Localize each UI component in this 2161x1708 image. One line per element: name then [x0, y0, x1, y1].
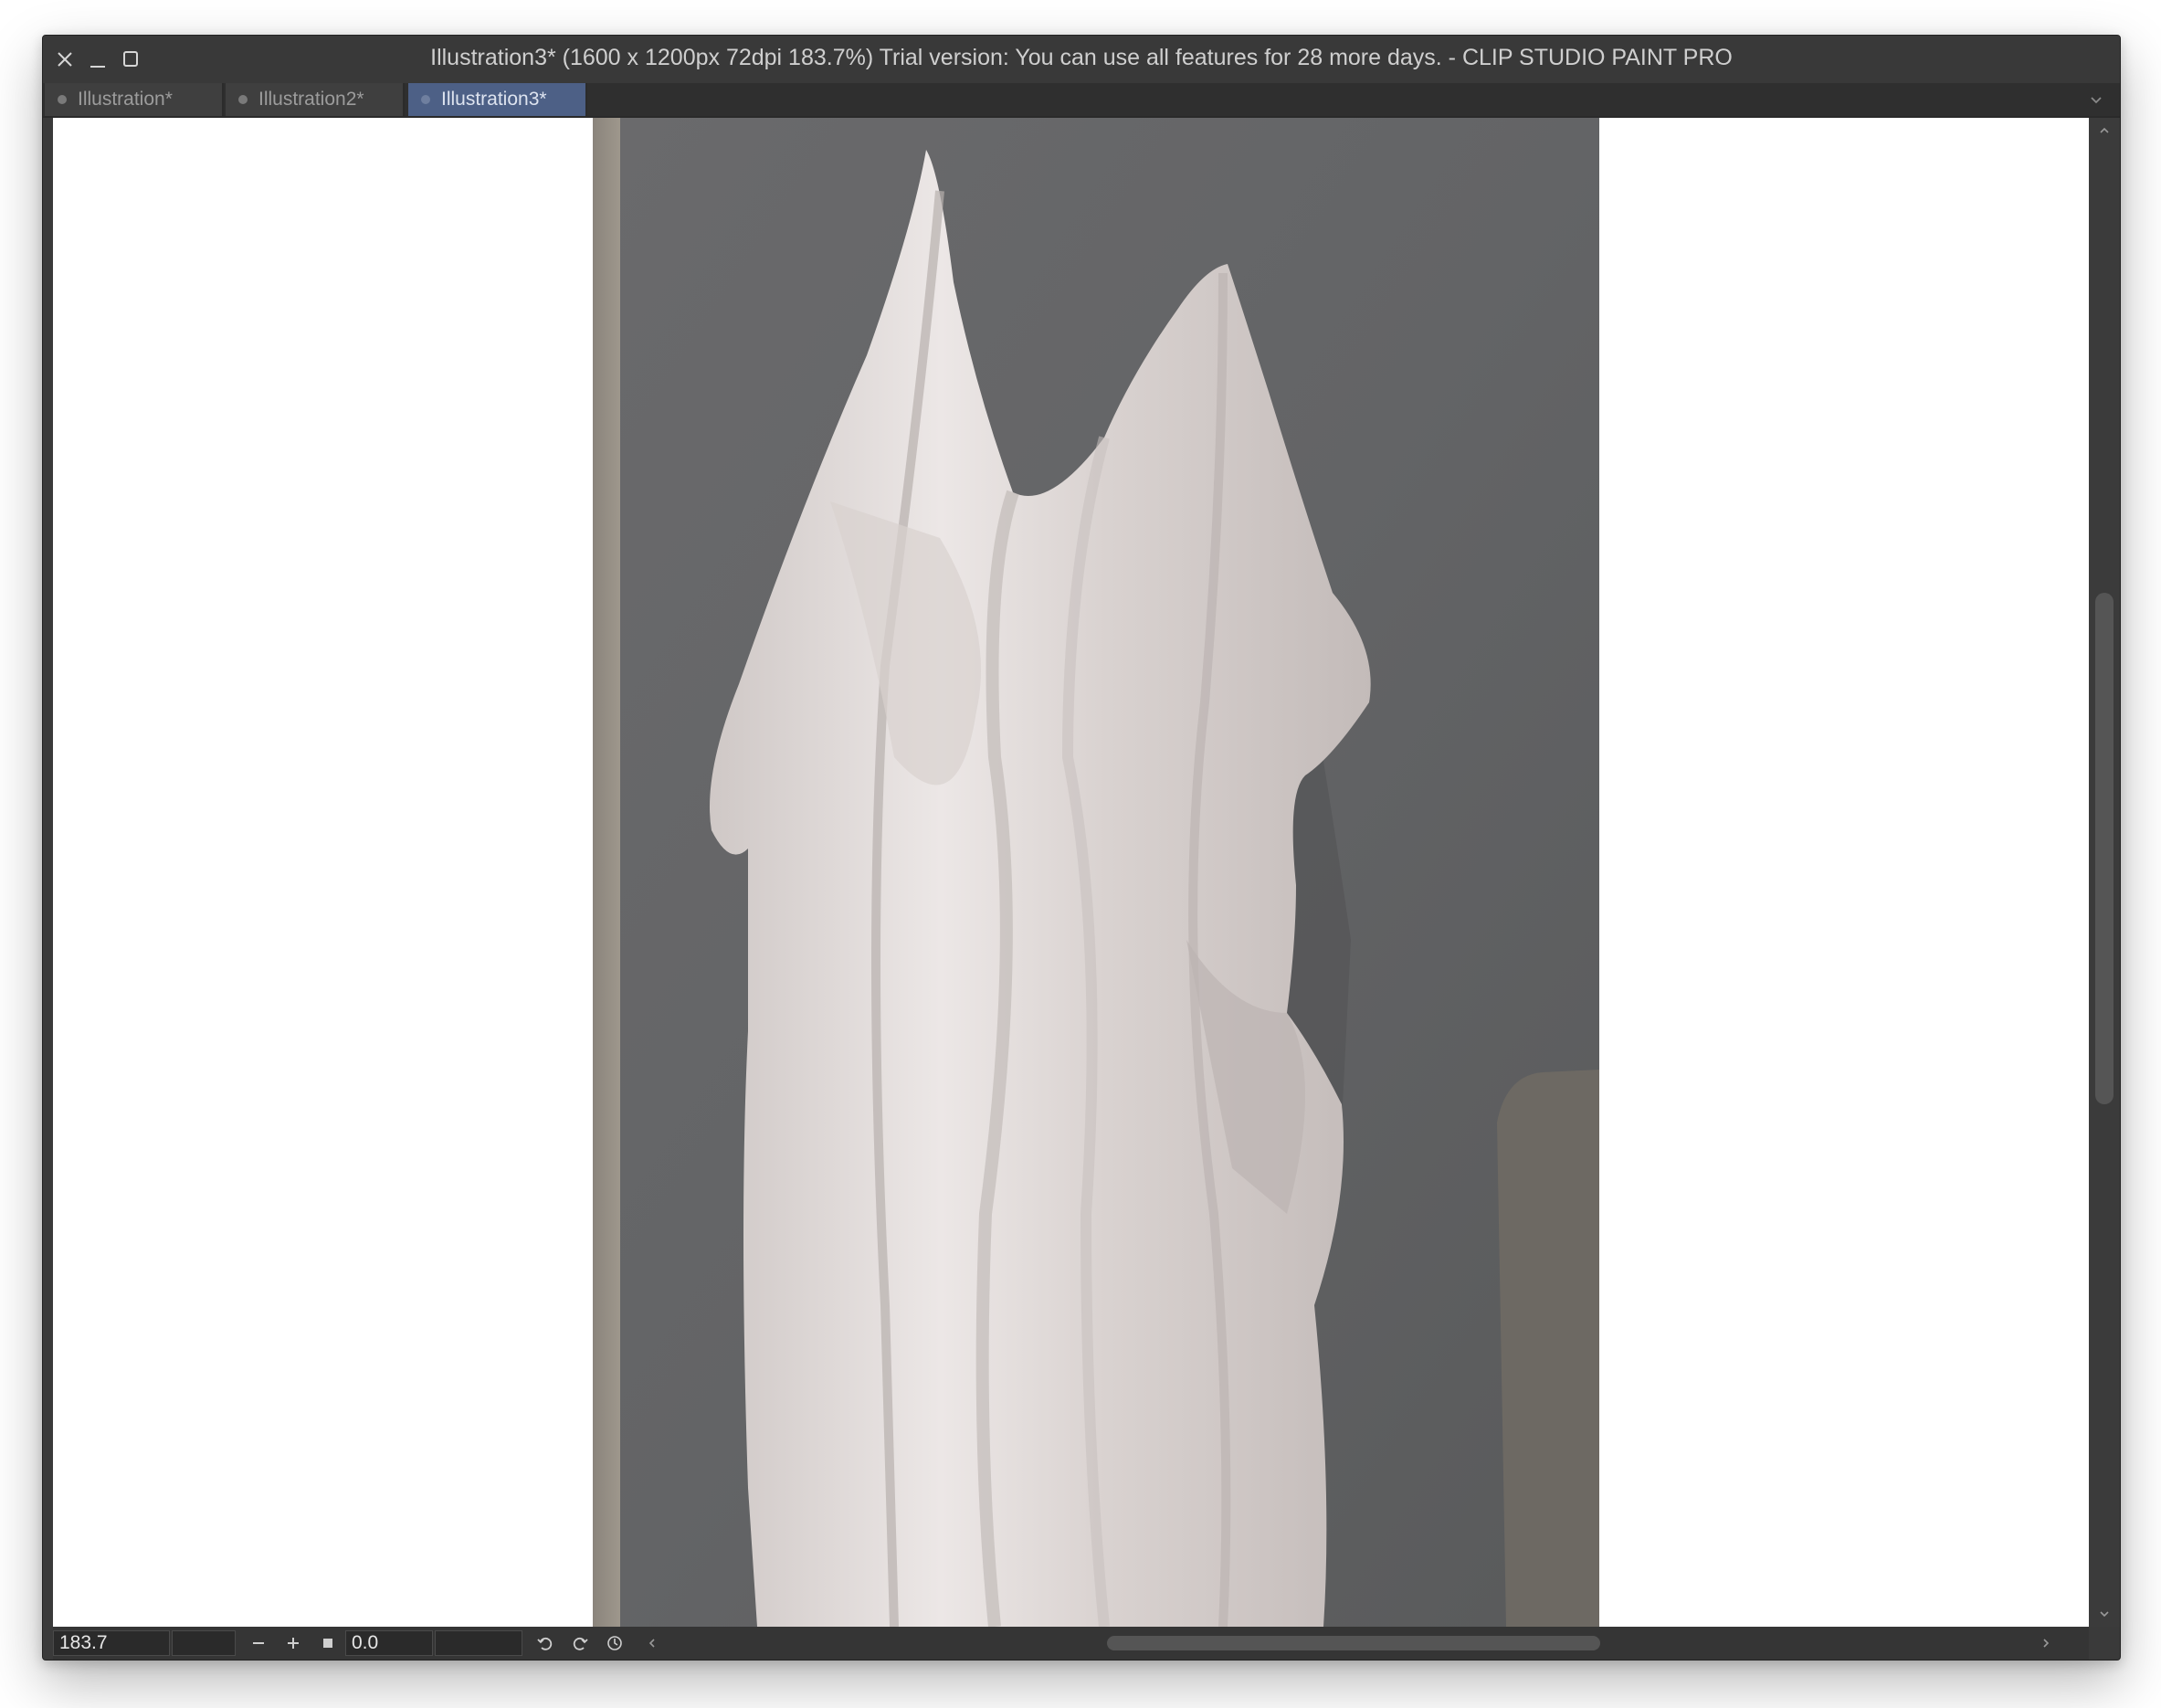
tab-illustration[interactable]: Illustration*: [45, 83, 224, 116]
zoom-out-icon[interactable]: [247, 1631, 270, 1655]
title-bar: Illustration3* (1600 x 1200px 72dpi 183.…: [43, 36, 2120, 83]
scroll-up-icon[interactable]: [2089, 120, 2120, 142]
tab-label: Illustration*: [78, 89, 173, 110]
zoom-dropdown[interactable]: [172, 1630, 236, 1656]
fit-icon[interactable]: [316, 1631, 340, 1655]
reference-photo-drapery: [593, 118, 1599, 1627]
horizontal-scroll-thumb[interactable]: [1107, 1636, 1600, 1650]
document-tab-bar: Illustration* Illustration2* Illustratio…: [43, 83, 2120, 118]
reset-rotation-icon[interactable]: [603, 1631, 627, 1655]
window-title: Illustration3* (1600 x 1200px 72dpi 183.…: [430, 45, 1733, 70]
horizontal-scrollbar[interactable]: [643, 1634, 2055, 1652]
rotate-left-icon[interactable]: [533, 1631, 557, 1655]
navigator-status-bar: 183.7 0.0: [53, 1627, 2089, 1660]
tab-illustration3[interactable]: Illustration3*: [408, 83, 587, 116]
zoom-in-icon[interactable]: [281, 1631, 305, 1655]
tab-menu-chevron-icon[interactable]: [2085, 89, 2107, 111]
scroll-right-icon[interactable]: [2037, 1634, 2055, 1652]
tab-label: Illustration2*: [258, 89, 364, 110]
canvas-area[interactable]: [53, 118, 2089, 1627]
rotate-right-icon[interactable]: [568, 1631, 592, 1655]
vertical-scrollbar[interactable]: [2089, 118, 2120, 1627]
scroll-down-icon[interactable]: [2089, 1603, 2120, 1625]
tab-status-dot: [58, 95, 67, 104]
scroll-left-icon[interactable]: [643, 1634, 661, 1652]
tab-status-dot: [421, 95, 430, 104]
tab-status-dot: [238, 95, 248, 104]
rotation-dropdown[interactable]: [435, 1630, 522, 1656]
rotation-angle-field[interactable]: 0.0: [345, 1630, 433, 1656]
vertical-scroll-thumb[interactable]: [2095, 593, 2114, 1104]
app-window: Illustration3* (1600 x 1200px 72dpi 183.…: [42, 35, 2121, 1661]
zoom-value-field[interactable]: 183.7: [53, 1630, 170, 1656]
tab-illustration2[interactable]: Illustration2*: [226, 83, 405, 116]
tab-label: Illustration3*: [441, 89, 547, 110]
